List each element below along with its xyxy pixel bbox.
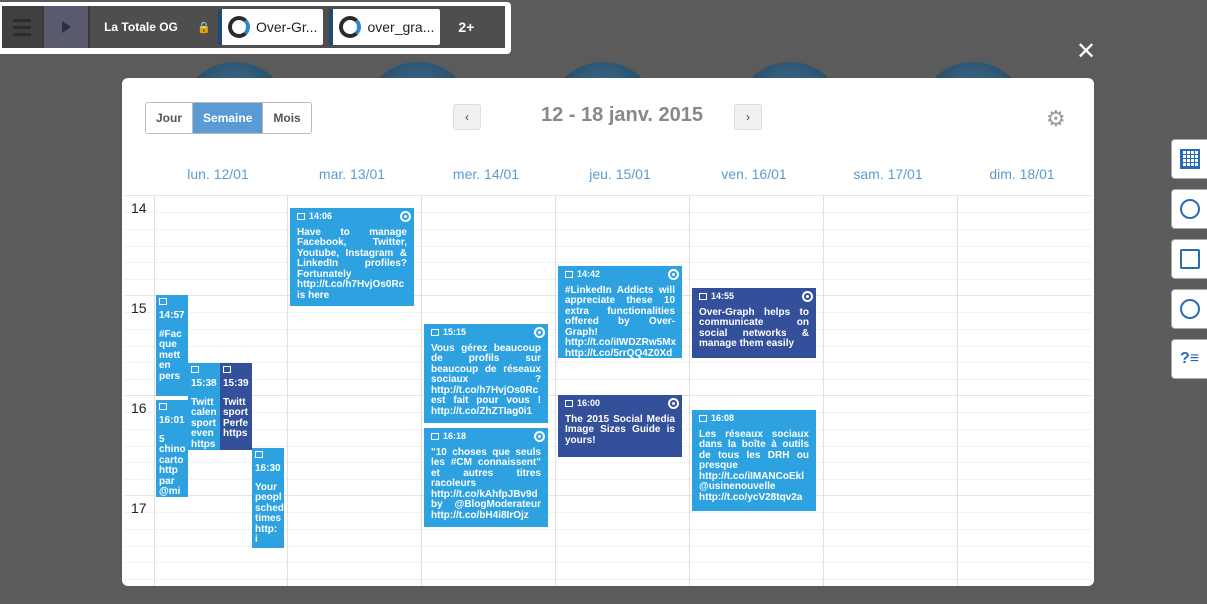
document-tool-button[interactable]: [1171, 239, 1207, 279]
post-text: 5 chino carto http par @mi: [159, 433, 186, 497]
day-header: mar. 13/01: [318, 166, 386, 182]
status-icon: [668, 269, 679, 280]
calendar-icon: [1179, 149, 1200, 169]
compass-icon: [1179, 299, 1200, 319]
status-icon: [802, 291, 813, 302]
scheduled-post[interactable]: 15:39 Twitt sport Perfe https: [220, 363, 252, 450]
view-month-button[interactable]: Mois: [262, 103, 311, 133]
link-icon: [159, 298, 167, 305]
image-icon: [431, 328, 439, 336]
scheduled-post[interactable]: 16:30 Your peopl sched times http: i: [252, 448, 284, 548]
next-week-button[interactable]: ›: [734, 104, 762, 130]
account-tab-label: over_gra...: [367, 19, 435, 35]
post-time: 16:18: [443, 431, 467, 441]
post-time: 14:57: [159, 310, 185, 321]
menu-button[interactable]: [2, 6, 42, 48]
account-tab[interactable]: Over-Gr...: [218, 9, 324, 45]
scheduled-post[interactable]: 15:15 Vous gérez beaucoup de profils sur…: [424, 324, 548, 423]
post-time: 16:08: [711, 413, 735, 423]
scheduled-post[interactable]: 14:55 Over-Graph helps to communicate on…: [692, 288, 816, 358]
image-icon: [191, 366, 199, 373]
link-icon: [565, 270, 573, 278]
post-text: The 2015 Social Media Image Sizes Guide …: [565, 413, 675, 446]
account-tab-label: Over-Gr...: [256, 19, 318, 35]
post-text: Vous gérez beaucoup de profils sur beauc…: [431, 342, 541, 417]
scheduled-post[interactable]: 15:38 Twitt calen sport even https #CM: [188, 363, 220, 450]
scheduled-post[interactable]: 14:06 Have to manage Facebook, Twitter, …: [290, 208, 414, 306]
date-range-title: 12 - 18 janv. 2015: [541, 104, 703, 126]
post-text: Twitt sport Perfe https: [223, 396, 249, 439]
day-header: sam. 17/01: [853, 166, 923, 182]
post-time: 16:30: [255, 463, 281, 474]
status-icon: [534, 327, 545, 338]
post-text: Your peopl sched times http: i: [255, 481, 284, 545]
post-time: 15:39: [223, 378, 249, 389]
compass-tool-button[interactable]: [1171, 289, 1207, 329]
schedule-tool-button[interactable]: [1171, 189, 1207, 229]
scheduled-post[interactable]: 16:18 "10 choses que seuls les #CM conna…: [424, 428, 548, 527]
day-header: lun. 12/01: [187, 166, 249, 182]
post-text: Have to manage Facebook, Twitter, Youtub…: [297, 226, 407, 301]
scheduled-post[interactable]: 16:00 The 2015 Social Media Image Sizes …: [558, 395, 682, 457]
scheduled-post[interactable]: 14:57 #Fac que mett en pers: [156, 295, 188, 396]
image-icon: [255, 451, 263, 458]
view-week-button[interactable]: Semaine: [192, 103, 263, 133]
post-text: Les réseaux sociaux dans la boîte à outi…: [699, 428, 809, 503]
post-time: 14:06: [309, 211, 333, 221]
link-icon: [565, 399, 573, 407]
calendar-modal: Jour Semaine Mois ‹ 12 - 18 janv. 2015 ›…: [122, 78, 1094, 586]
image-icon: [699, 414, 707, 422]
view-day-button[interactable]: Jour: [146, 103, 193, 133]
close-icon[interactable]: ✕: [1076, 40, 1096, 64]
help-list-icon: ?≡: [1179, 350, 1200, 367]
post-time: 14:42: [577, 269, 601, 279]
post-time: 16:00: [577, 398, 601, 408]
hour-label: 16: [131, 400, 147, 416]
image-icon: [223, 366, 231, 373]
gear-icon[interactable]: ⚙: [1046, 108, 1066, 130]
day-header: jeu. 15/01: [589, 166, 651, 182]
post-text: #LinkedIn Addicts will appreciate these …: [565, 284, 677, 358]
hour-label: 17: [131, 500, 147, 516]
play-button[interactable]: [42, 6, 88, 48]
view-switcher: Jour Semaine Mois: [145, 102, 312, 134]
image-icon: [297, 212, 305, 220]
document-icon: [1179, 249, 1200, 269]
status-icon: [668, 398, 679, 409]
account-tab[interactable]: over_gra...: [329, 9, 441, 45]
post-time: 15:38: [191, 378, 217, 389]
more-accounts-button[interactable]: 2+: [446, 6, 486, 48]
help-tool-button[interactable]: ?≡: [1171, 339, 1207, 379]
scheduled-post[interactable]: 14:42 #LinkedIn Addicts will appreciate …: [558, 266, 682, 358]
over-graph-logo-icon: [339, 16, 362, 38]
post-time: 16:01: [159, 415, 185, 426]
post-time: 14:55: [711, 291, 735, 301]
day-header: mer. 14/01: [452, 166, 520, 182]
status-icon: [400, 211, 411, 222]
lock-icon: 🔒: [197, 21, 211, 34]
status-icon: [534, 431, 545, 442]
scheduled-post[interactable]: 16:01 5 chino carto http par @mi: [156, 400, 188, 497]
scheduled-post[interactable]: 16:08 Les réseaux sociaux dans la boîte …: [692, 410, 816, 511]
image-icon: [431, 432, 439, 440]
post-time: 15:15: [443, 327, 467, 337]
workspace-title[interactable]: La Totale OG: [88, 6, 192, 48]
prev-week-button[interactable]: ‹: [453, 104, 481, 130]
over-graph-logo-icon: [228, 16, 250, 38]
post-text: Over-Graph helps to communicate on socia…: [699, 306, 809, 349]
calendar-tool-button[interactable]: [1171, 139, 1207, 179]
camera-icon: [699, 292, 707, 300]
hour-label: 15: [131, 300, 147, 316]
day-header: ven. 16/01: [721, 166, 787, 182]
post-text: #Fac que mett en pers: [159, 328, 182, 382]
hamburger-icon: [13, 17, 31, 38]
post-text: "10 choses que seuls les #CM connaissent…: [431, 446, 541, 521]
top-bar: La Totale OG 🔒 Over-Gr... over_gra... 2+: [0, 2, 511, 54]
hour-label: 14: [131, 200, 147, 216]
day-header: dim. 18/01: [989, 166, 1055, 182]
clock-icon: [1179, 199, 1200, 219]
week-grid: 14 15 16 17 14:57 #Fac que mett en pers …: [125, 195, 1091, 586]
post-text: Twitt calen sport even https #CM: [191, 396, 217, 450]
image-icon: [159, 403, 167, 410]
